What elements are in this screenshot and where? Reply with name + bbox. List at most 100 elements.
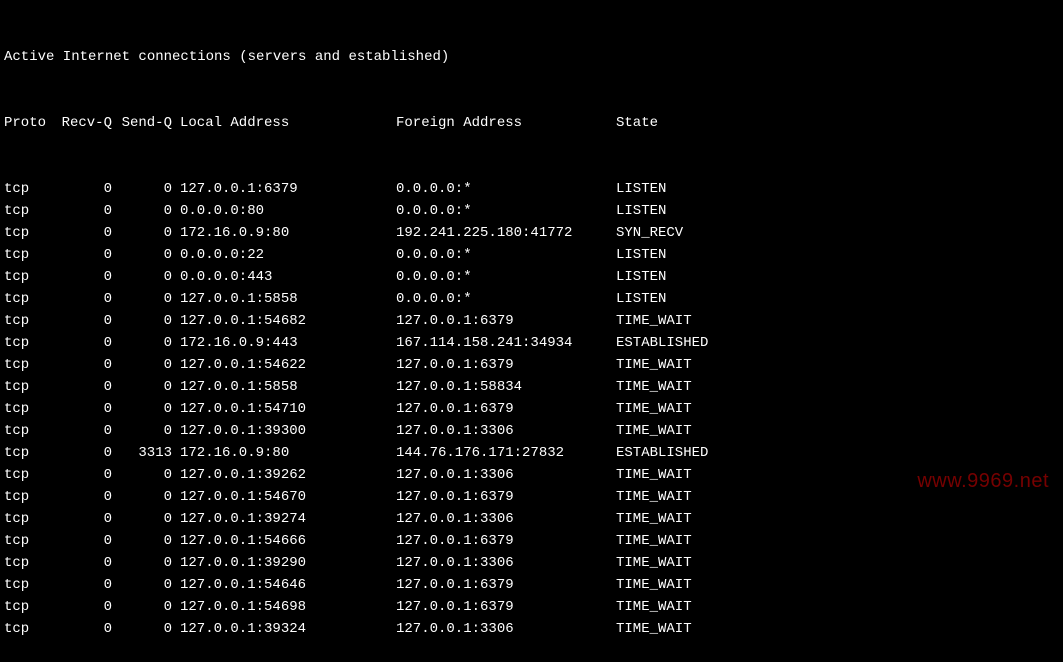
cell-proto: tcp bbox=[4, 442, 56, 464]
table-row: tcp00127.0.0.1:63790.0.0.0:*LISTEN bbox=[4, 178, 1059, 200]
cell-recvq: 0 bbox=[56, 178, 116, 200]
cell-local-address: 0.0.0.0:80 bbox=[176, 200, 396, 222]
cell-local-address: 127.0.0.1:39290 bbox=[176, 552, 396, 574]
cell-proto: tcp bbox=[4, 508, 56, 530]
cell-local-address: 127.0.0.1:54670 bbox=[176, 486, 396, 508]
cell-sendq: 0 bbox=[116, 200, 176, 222]
cell-sendq: 0 bbox=[116, 530, 176, 552]
cell-proto: tcp bbox=[4, 222, 56, 244]
cell-sendq: 0 bbox=[116, 552, 176, 574]
cell-foreign-address: 0.0.0.0:* bbox=[396, 200, 616, 222]
cell-proto: tcp bbox=[4, 530, 56, 552]
cell-foreign-address: 192.241.225.180:41772 bbox=[396, 222, 616, 244]
cell-foreign-address: 127.0.0.1:6379 bbox=[396, 574, 616, 596]
netstat-header-row: Proto Recv-Q Send-Q Local Address Foreig… bbox=[4, 112, 1059, 134]
cell-recvq: 0 bbox=[56, 200, 116, 222]
cell-state: TIME_WAIT bbox=[616, 420, 766, 442]
netstat-title: Active Internet connections (servers and… bbox=[4, 46, 1059, 68]
cell-local-address: 0.0.0.0:22 bbox=[176, 244, 396, 266]
cell-proto: tcp bbox=[4, 618, 56, 640]
table-row: tcp000.0.0.0:220.0.0.0:*LISTEN bbox=[4, 244, 1059, 266]
table-row: tcp03313172.16.0.9:80144.76.176.171:2783… bbox=[4, 442, 1059, 464]
table-row: tcp000.0.0.0:4430.0.0.0:*LISTEN bbox=[4, 266, 1059, 288]
cell-state: TIME_WAIT bbox=[616, 530, 766, 552]
cell-state: ESTABLISHED bbox=[616, 332, 766, 354]
netstat-rows: tcp00127.0.0.1:63790.0.0.0:*LISTENtcp000… bbox=[4, 178, 1059, 640]
cell-foreign-address: 127.0.0.1:3306 bbox=[396, 508, 616, 530]
cell-state: TIME_WAIT bbox=[616, 574, 766, 596]
cell-recvq: 0 bbox=[56, 266, 116, 288]
cell-local-address: 127.0.0.1:54622 bbox=[176, 354, 396, 376]
cell-state: TIME_WAIT bbox=[616, 464, 766, 486]
cell-proto: tcp bbox=[4, 376, 56, 398]
table-row: tcp00127.0.0.1:58580.0.0.0:*LISTEN bbox=[4, 288, 1059, 310]
cell-sendq: 0 bbox=[116, 178, 176, 200]
cell-local-address: 127.0.0.1:39262 bbox=[176, 464, 396, 486]
cell-local-address: 127.0.0.1:39274 bbox=[176, 508, 396, 530]
cell-foreign-address: 0.0.0.0:* bbox=[396, 244, 616, 266]
cell-local-address: 0.0.0.0:443 bbox=[176, 266, 396, 288]
cell-state: LISTEN bbox=[616, 288, 766, 310]
cell-proto: tcp bbox=[4, 288, 56, 310]
cell-proto: tcp bbox=[4, 244, 56, 266]
table-row: tcp00127.0.0.1:39300127.0.0.1:3306TIME_W… bbox=[4, 420, 1059, 442]
cell-recvq: 0 bbox=[56, 398, 116, 420]
cell-proto: tcp bbox=[4, 486, 56, 508]
cell-sendq: 0 bbox=[116, 332, 176, 354]
cell-foreign-address: 127.0.0.1:6379 bbox=[396, 530, 616, 552]
cell-sendq: 0 bbox=[116, 222, 176, 244]
cell-proto: tcp bbox=[4, 420, 56, 442]
cell-sendq: 0 bbox=[116, 486, 176, 508]
table-row: tcp00127.0.0.1:54698127.0.0.1:6379TIME_W… bbox=[4, 596, 1059, 618]
header-state: State bbox=[616, 112, 766, 134]
cell-foreign-address: 127.0.0.1:58834 bbox=[396, 376, 616, 398]
cell-recvq: 0 bbox=[56, 332, 116, 354]
cell-foreign-address: 127.0.0.1:3306 bbox=[396, 420, 616, 442]
cell-foreign-address: 127.0.0.1:6379 bbox=[396, 354, 616, 376]
cell-proto: tcp bbox=[4, 200, 56, 222]
table-row: tcp00127.0.0.1:5858127.0.0.1:58834TIME_W… bbox=[4, 376, 1059, 398]
header-proto: Proto bbox=[4, 112, 56, 134]
cell-sendq: 0 bbox=[116, 354, 176, 376]
cell-state: TIME_WAIT bbox=[616, 596, 766, 618]
cell-local-address: 172.16.0.9:80 bbox=[176, 442, 396, 464]
cell-recvq: 0 bbox=[56, 486, 116, 508]
cell-proto: tcp bbox=[4, 464, 56, 486]
cell-local-address: 127.0.0.1:54666 bbox=[176, 530, 396, 552]
cell-foreign-address: 127.0.0.1:6379 bbox=[396, 398, 616, 420]
cell-recvq: 0 bbox=[56, 420, 116, 442]
cell-proto: tcp bbox=[4, 398, 56, 420]
cell-recvq: 0 bbox=[56, 288, 116, 310]
header-local-address: Local Address bbox=[176, 112, 396, 134]
cell-foreign-address: 144.76.176.171:27832 bbox=[396, 442, 616, 464]
cell-sendq: 0 bbox=[116, 310, 176, 332]
cell-state: LISTEN bbox=[616, 244, 766, 266]
cell-state: TIME_WAIT bbox=[616, 552, 766, 574]
cell-sendq: 0 bbox=[116, 376, 176, 398]
cell-sendq: 0 bbox=[116, 420, 176, 442]
cell-local-address: 172.16.0.9:80 bbox=[176, 222, 396, 244]
cell-local-address: 127.0.0.1:39324 bbox=[176, 618, 396, 640]
cell-state: TIME_WAIT bbox=[616, 376, 766, 398]
cell-proto: tcp bbox=[4, 178, 56, 200]
cell-local-address: 127.0.0.1:54710 bbox=[176, 398, 396, 420]
table-row: tcp00127.0.0.1:54710127.0.0.1:6379TIME_W… bbox=[4, 398, 1059, 420]
cell-state: LISTEN bbox=[616, 200, 766, 222]
cell-proto: tcp bbox=[4, 310, 56, 332]
cell-local-address: 127.0.0.1:54646 bbox=[176, 574, 396, 596]
cell-local-address: 172.16.0.9:443 bbox=[176, 332, 396, 354]
cell-sendq: 0 bbox=[116, 618, 176, 640]
cell-sendq: 0 bbox=[116, 398, 176, 420]
terminal-output: Active Internet connections (servers and… bbox=[4, 2, 1059, 662]
cell-foreign-address: 0.0.0.0:* bbox=[396, 178, 616, 200]
cell-state: ESTABLISHED bbox=[616, 442, 766, 464]
table-row: tcp00127.0.0.1:54622127.0.0.1:6379TIME_W… bbox=[4, 354, 1059, 376]
cell-recvq: 0 bbox=[56, 354, 116, 376]
cell-proto: tcp bbox=[4, 354, 56, 376]
cell-proto: tcp bbox=[4, 266, 56, 288]
table-row: tcp00127.0.0.1:54646127.0.0.1:6379TIME_W… bbox=[4, 574, 1059, 596]
cell-sendq: 0 bbox=[116, 288, 176, 310]
cell-state: LISTEN bbox=[616, 178, 766, 200]
cell-foreign-address: 127.0.0.1:6379 bbox=[396, 310, 616, 332]
table-row: tcp00172.16.0.9:443167.114.158.241:34934… bbox=[4, 332, 1059, 354]
